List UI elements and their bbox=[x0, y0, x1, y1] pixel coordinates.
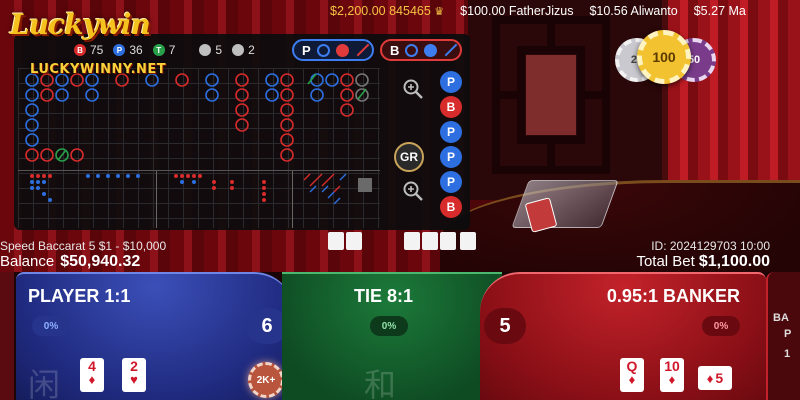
lattice-decoration bbox=[492, 16, 610, 174]
total-bet-label: Total Bet bbox=[636, 253, 695, 270]
dealt-card bbox=[460, 232, 476, 250]
table-name: Speed Baccarat 5 $1 - $10,000 bbox=[0, 239, 167, 253]
winners-ticker: $2,200.00 845465 ♛ $100.00 FatherJizus $… bbox=[330, 4, 800, 22]
brand-url: LUCKYWINNY.NET bbox=[30, 62, 167, 77]
banker-bet-zone[interactable]: 0.95:1 BANKER 5 0% Q ♦ 10 ♦ ♦ 5 bbox=[480, 272, 766, 400]
banker-card-third: ♦ 5 bbox=[698, 366, 732, 390]
bead-player: P bbox=[440, 121, 462, 143]
dealt-card bbox=[440, 232, 456, 250]
side-bet-left[interactable] bbox=[0, 272, 14, 400]
small-road-icon bbox=[424, 43, 438, 57]
banker-score: 5 bbox=[484, 308, 526, 344]
winner-entry: $10.56 Aliwanto bbox=[589, 4, 678, 18]
pair-dot-icon bbox=[232, 44, 245, 56]
side-bet-right[interactable] bbox=[766, 272, 800, 400]
winner-entry: $5.27 Ma bbox=[693, 4, 746, 18]
winner-entry: $2,200.00 845465 ♛ bbox=[330, 4, 445, 18]
tie-title: TIE 8:1 bbox=[354, 286, 414, 306]
big-eye-icon bbox=[316, 43, 330, 57]
brand-logo: Luckywin bbox=[10, 8, 151, 41]
tie-bet-zone[interactable]: TIE 8:1 0% 和 bbox=[282, 272, 502, 400]
stat-banker-pair-count: 2 bbox=[232, 43, 255, 57]
stat-tie-count: T 7 bbox=[152, 43, 175, 57]
player-bet-percent: 0% bbox=[32, 316, 70, 336]
tie-dot-icon: T bbox=[152, 44, 165, 56]
tie-bet-percent: 0% bbox=[370, 316, 408, 336]
stat-player-pair-count: 5 bbox=[199, 43, 222, 57]
side-bet-label: BA bbox=[773, 312, 789, 324]
banker-predict-button[interactable]: B bbox=[380, 39, 462, 61]
zoom-in-icon[interactable] bbox=[402, 180, 424, 202]
banker-card: 10 ♦ bbox=[660, 358, 684, 392]
small-road-icon bbox=[335, 43, 349, 57]
round-id: ID: 2024129703 10:00 bbox=[651, 239, 770, 253]
total-bet-value: $1,100.00 bbox=[698, 253, 770, 270]
cockroach-icon bbox=[445, 43, 458, 57]
side-bet-label: P bbox=[784, 328, 792, 340]
bead-road-column: P B P P P B bbox=[438, 68, 468, 221]
banker-dot-icon: B bbox=[74, 44, 86, 56]
pair-dot-icon bbox=[199, 44, 212, 56]
winner-entry: $100.00 FatherJizus bbox=[460, 4, 574, 18]
crown-icon: ♛ bbox=[434, 6, 445, 18]
player-card: 4 ♦ bbox=[80, 358, 104, 392]
dealt-card bbox=[422, 232, 438, 250]
player-title: PLAYER 1:1 bbox=[28, 286, 131, 306]
bead-player: P bbox=[440, 71, 462, 93]
total-bet: Total Bet $1,100.00 bbox=[636, 253, 770, 271]
player-predict-button[interactable]: P bbox=[292, 39, 374, 61]
big-eye-icon bbox=[405, 43, 419, 57]
banker-title: 0.95:1 BANKER bbox=[606, 286, 740, 306]
banker-card: Q ♦ bbox=[620, 358, 644, 392]
stat-banker-count: B 75 bbox=[74, 43, 103, 57]
dealt-card bbox=[404, 232, 420, 250]
side-bet-label: 1 bbox=[784, 348, 791, 360]
balance-value: $50,940.32 bbox=[60, 253, 141, 270]
chip-stack-top-chip: 100 bbox=[637, 30, 691, 84]
derived-roads bbox=[18, 170, 380, 228]
dealt-card bbox=[328, 232, 344, 250]
dealt-card bbox=[346, 232, 362, 250]
divider bbox=[292, 171, 293, 228]
player-bet-zone[interactable]: PLAYER 1:1 0% 6 闲 4 ♦ 2 ♥ 2K+ bbox=[16, 272, 294, 400]
cockroach-icon bbox=[356, 43, 370, 57]
tie-hanzi: 和 bbox=[364, 366, 397, 400]
bead-banker: B bbox=[440, 96, 462, 118]
player-card: 2 ♥ bbox=[122, 358, 146, 392]
bead-banker: B bbox=[440, 196, 462, 218]
player-hanzi: 闲 bbox=[28, 366, 61, 400]
bead-player: P bbox=[440, 146, 462, 168]
stat-player-count: P 36 bbox=[113, 43, 143, 57]
bead-player: P bbox=[440, 171, 462, 193]
placed-bet-chip[interactable]: 2K+ bbox=[248, 362, 284, 398]
player-dot-icon: P bbox=[113, 44, 126, 56]
good-road-button[interactable]: GR bbox=[394, 142, 424, 172]
banker-bet-percent: 0% bbox=[702, 316, 740, 336]
divider bbox=[156, 171, 157, 228]
balance: Balance $50,940.32 bbox=[0, 253, 140, 271]
zoom-in-icon[interactable] bbox=[402, 78, 424, 100]
balance-label: Balance bbox=[0, 253, 55, 270]
